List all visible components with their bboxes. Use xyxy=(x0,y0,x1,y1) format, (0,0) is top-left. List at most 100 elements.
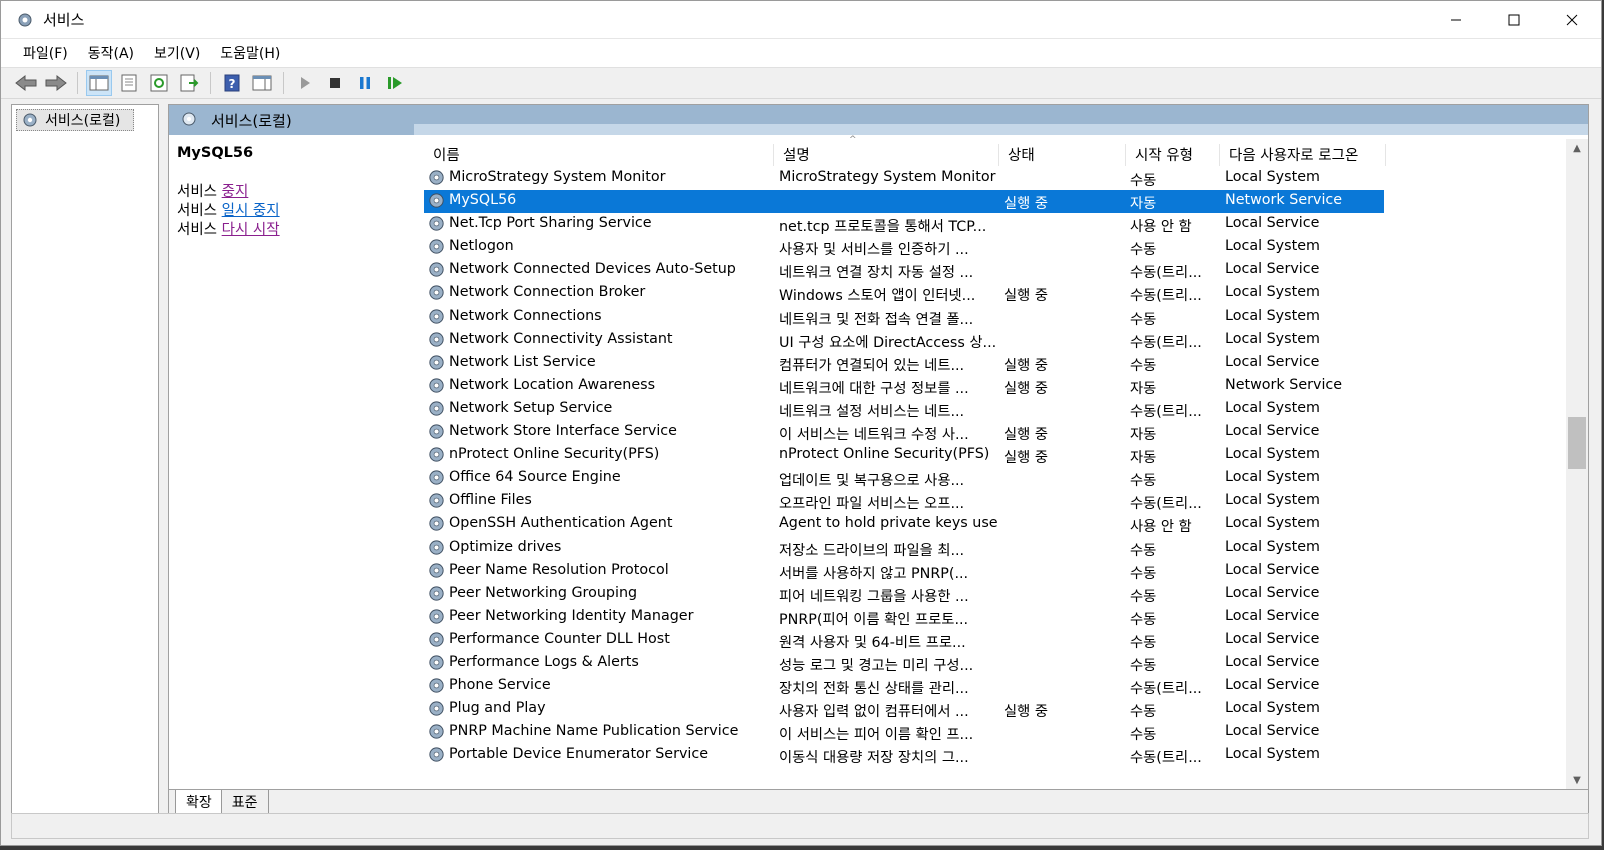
service-row[interactable]: Network Store Interface Service 이 서비스는 네트… xyxy=(424,421,1588,444)
service-row[interactable]: Plug and Play 사용자 입력 없이 컴퓨터에서 ... 실행 중 수동 Lo… xyxy=(424,698,1588,721)
service-startup-type: 수동 xyxy=(1130,611,1157,628)
column-header-logon-as[interactable]: 다음 사용자로 로그온 xyxy=(1220,144,1386,166)
service-gear-icon xyxy=(429,724,444,739)
service-logon-as: Local System xyxy=(1225,515,1320,532)
scroll-down-arrow-icon[interactable]: ▼ xyxy=(1566,771,1588,789)
service-description: 저장소 드라이브의 파일을 최... xyxy=(779,542,965,559)
service-row[interactable]: Office 64 Source Engine 업데이트 및 복구용으로 사용..… xyxy=(424,467,1588,490)
service-startup-type: 사용 안 함 xyxy=(1130,219,1192,236)
service-gear-icon xyxy=(429,586,444,601)
service-description: 오프라인 파일 서비스는 오프... xyxy=(779,496,965,513)
services-window: 서비스 파일(F) 동작(A) 보기(V) 도움말(H) ? 서비스(로컬) 서… xyxy=(0,0,1602,846)
menu-action[interactable]: 동작(A) xyxy=(78,43,144,63)
menu-file[interactable]: 파일(F) xyxy=(13,43,78,63)
export-list-button[interactable] xyxy=(176,70,202,96)
service-row[interactable]: Network Connectivity Assistant UI 구성 요소에 … xyxy=(424,329,1588,352)
service-name: OpenSSH Authentication Agent xyxy=(449,515,673,532)
service-row[interactable]: Network List Service 컴퓨터가 연결되어 있는 네트... 실행… xyxy=(424,352,1588,375)
service-logon-as: Local Service xyxy=(1225,723,1320,740)
service-gear-icon xyxy=(429,285,444,301)
column-header-name[interactable]: 이름 xyxy=(424,144,774,166)
service-row[interactable]: Optimize drives 저장소 드라이브의 파일을 최... 수동 Local… xyxy=(424,537,1588,560)
service-row[interactable]: Performance Logs & Alerts 성능 로그 및 경고는 미리 … xyxy=(424,652,1588,675)
service-startup-type: 자동 xyxy=(1130,380,1157,397)
panel-header: 서비스(로컬) xyxy=(169,105,1588,135)
console-tree-icon xyxy=(89,75,109,91)
close-icon xyxy=(1566,14,1578,25)
service-logon-as: Local System xyxy=(1225,169,1320,185)
menu-view[interactable]: 보기(V) xyxy=(144,43,210,63)
column-header-description[interactable]: 설명 xyxy=(774,144,999,166)
refresh-button[interactable] xyxy=(146,70,172,96)
service-name: Net.Tcp Port Sharing Service xyxy=(449,215,652,232)
service-row[interactable]: Peer Name Resolution Protocol 서버를 사용하지 않고… xyxy=(424,560,1588,583)
service-row[interactable]: Netlogon 사용자 및 서비스를 인증하기 ... 수동 Local Syste… xyxy=(424,236,1588,259)
service-row[interactable]: MySQL56 실행 중 자동 Network Service xyxy=(424,190,1384,214)
service-row[interactable]: MicroStrategy System Monitor MicroStrateg… xyxy=(424,167,1588,190)
service-startup-type: 수동(트리... xyxy=(1130,681,1202,698)
service-startup-type: 수동 xyxy=(1130,634,1157,651)
service-row[interactable]: nProtect Online Security(PFS) nProtect On… xyxy=(424,444,1588,467)
service-row[interactable]: PNRP Machine Name Publication Service 이 서… xyxy=(424,721,1588,744)
pause-service-link[interactable]: 일시 중지 xyxy=(222,203,280,219)
service-row[interactable]: Net.Tcp Port Sharing Service net.tcp 프로토콜… xyxy=(424,213,1588,236)
service-gear-icon xyxy=(429,701,444,716)
back-button[interactable] xyxy=(13,70,39,96)
toolbar-separator xyxy=(77,72,78,94)
service-description: 성능 로그 및 경고는 미리 구성... xyxy=(779,657,974,674)
tree-item-services-local[interactable]: 서비스(로컬) xyxy=(16,109,134,131)
stop-service-link[interactable]: 중지 xyxy=(222,184,249,200)
service-row[interactable]: Network Setup Service 네트워크 설정 서비스는 네트... 수… xyxy=(424,398,1588,421)
service-row[interactable]: OpenSSH Authentication Agent Agent to hol… xyxy=(424,513,1588,536)
play-icon xyxy=(301,77,310,89)
show-action-pane-button[interactable] xyxy=(249,70,275,96)
start-service-button[interactable] xyxy=(292,70,318,96)
tab-extended[interactable]: 확장 xyxy=(175,790,223,815)
stop-service-button[interactable] xyxy=(322,70,348,96)
service-logon-as: Network Service xyxy=(1225,192,1343,209)
show-hide-console-tree-button[interactable] xyxy=(86,70,112,96)
action-pane-icon xyxy=(252,75,272,91)
service-description: 네트워크 연결 장치 자동 설정 ... xyxy=(779,265,974,282)
service-row[interactable]: Offline Files 오프라인 파일 서비스는 오프... 수동(트리... L… xyxy=(424,490,1588,513)
tab-standard[interactable]: 표준 xyxy=(220,790,269,815)
close-button[interactable] xyxy=(1543,1,1601,39)
service-detail-pane: MySQL56 서비스 중지 서비스 일시 중지 서비스 다시 시작 xyxy=(177,145,417,240)
scroll-up-arrow-icon[interactable]: ▲ xyxy=(1566,139,1588,157)
service-row[interactable]: Network Location Awareness 네트워크에 대한 구성 정보… xyxy=(424,375,1588,398)
service-logon-as: Local System xyxy=(1225,746,1320,763)
column-header-status[interactable]: 상태 xyxy=(999,144,1126,166)
action-prefix: 서비스 xyxy=(177,184,218,200)
magnifier-gear-icon xyxy=(182,112,196,126)
restart-service-link[interactable]: 다시 시작 xyxy=(222,222,280,238)
toolbar: ? xyxy=(1,67,1601,99)
menu-help[interactable]: 도움말(H) xyxy=(210,43,290,63)
help-button[interactable]: ? xyxy=(219,70,245,96)
pause-service-button[interactable] xyxy=(352,70,378,96)
service-name: Peer Networking Identity Manager xyxy=(449,607,694,624)
scroll-thumb[interactable] xyxy=(1568,417,1586,469)
service-name: Network List Service xyxy=(449,353,596,370)
service-logon-as: Network Service xyxy=(1225,376,1343,393)
service-row[interactable]: Network Connected Devices Auto-Setup 네트워크… xyxy=(424,259,1588,282)
forward-button[interactable] xyxy=(43,70,69,96)
column-header-startup-type[interactable]: 시작 유형 xyxy=(1126,144,1220,166)
vertical-scrollbar[interactable]: ▲ ▼ xyxy=(1566,139,1588,789)
service-logon-as: Local Service xyxy=(1225,215,1320,232)
maximize-button[interactable] xyxy=(1485,1,1543,39)
service-logon-as: Local Service xyxy=(1225,561,1320,578)
minimize-button[interactable] xyxy=(1427,1,1485,39)
service-row[interactable]: Portable Device Enumerator Service 이동식 대용… xyxy=(424,744,1588,767)
restart-service-button[interactable] xyxy=(382,70,408,96)
service-row[interactable]: Peer Networking Grouping 피어 네트워킹 그룹을 사용한 … xyxy=(424,583,1588,606)
service-row[interactable]: Performance Counter DLL Host 원격 사용자 및 64-… xyxy=(424,629,1588,652)
help-icon: ? xyxy=(224,74,240,92)
service-row[interactable]: Peer Networking Identity Manager PNRP(피어 … xyxy=(424,606,1588,629)
service-logon-as: Local Service xyxy=(1225,653,1320,670)
service-logon-as: Local System xyxy=(1225,538,1320,555)
service-row[interactable]: Phone Service 장치의 전화 통신 상태를 관리... 수동(트리...… xyxy=(424,675,1588,698)
service-row[interactable]: Network Connections 네트워크 및 전화 접속 연결 폴... 수… xyxy=(424,306,1588,329)
service-row[interactable]: Network Connection Broker Windows 스토어 앱이 … xyxy=(424,282,1588,305)
service-name: Network Connections xyxy=(449,307,602,324)
properties-button[interactable] xyxy=(116,70,142,96)
